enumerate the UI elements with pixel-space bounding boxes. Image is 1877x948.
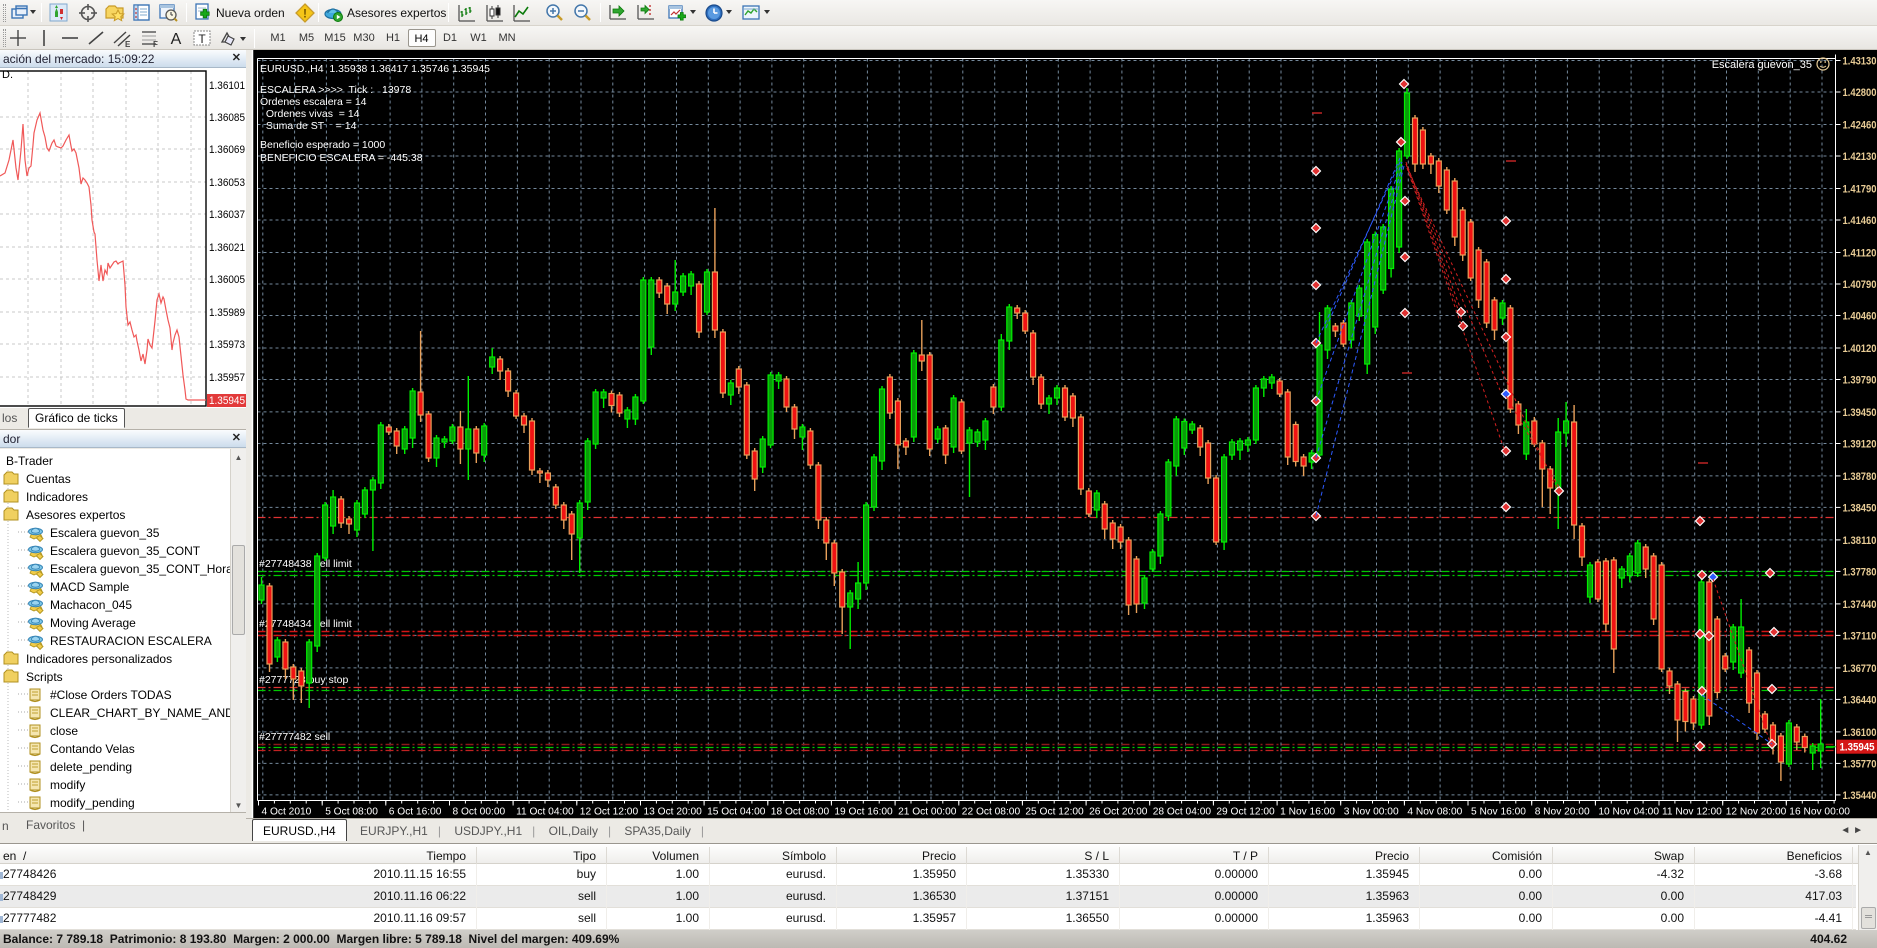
- svg-text:#27777482 sell: #27777482 sell: [259, 731, 330, 743]
- svg-text:modify: modify: [50, 778, 85, 792]
- svg-text:1.38780: 1.38780: [1843, 471, 1877, 483]
- svg-text:25 Oct 12:00: 25 Oct 12:00: [1025, 807, 1084, 818]
- svg-text:1.36085: 1.36085: [209, 112, 245, 124]
- svg-text:T: T: [198, 32, 206, 46]
- svg-text:Moving Average: Moving Average: [50, 616, 136, 630]
- svg-text:1.36021: 1.36021: [209, 242, 245, 254]
- svg-text:1.42460: 1.42460: [1843, 120, 1877, 132]
- svg-text:8 Nov 20:00: 8 Nov 20:00: [1535, 807, 1590, 818]
- svg-text:4 Nov 08:00: 4 Nov 08:00: [1407, 807, 1462, 818]
- svg-text:Escalera guevon_35: Escalera guevon_35: [50, 526, 160, 540]
- svg-text:1.35945: 1.35945: [1840, 742, 1875, 754]
- svg-text:Indicadores: Indicadores: [26, 490, 88, 504]
- svg-text:#Close Orders TODAS: #Close Orders TODAS: [50, 688, 172, 702]
- svg-text:11 Nov 12:00: 11 Nov 12:00: [1662, 807, 1722, 818]
- svg-text:F: F: [153, 40, 158, 48]
- svg-text:Beneficio esperado = 1000: Beneficio esperado = 1000: [260, 139, 385, 151]
- svg-text:10 Nov 04:00: 10 Nov 04:00: [1598, 807, 1659, 818]
- svg-text:delete_pending: delete_pending: [50, 760, 132, 774]
- svg-text:21 Oct 00:00: 21 Oct 00:00: [898, 807, 957, 818]
- svg-text:12 Nov 20:00: 12 Nov 20:00: [1726, 807, 1787, 818]
- svg-text:18 Oct 08:00: 18 Oct 08:00: [771, 807, 830, 818]
- svg-text:1.41120: 1.41120: [1843, 248, 1877, 260]
- svg-text:1.35973: 1.35973: [209, 339, 245, 351]
- svg-text:Escalera guevon_35_CONT_Hora: Escalera guevon_35_CONT_Hora: [50, 562, 230, 576]
- svg-text:1.43130: 1.43130: [1843, 56, 1877, 68]
- svg-text:1.42800: 1.42800: [1843, 87, 1877, 99]
- svg-text:CLEAR_CHART_BY_NAME_AND_TYPE: CLEAR_CHART_BY_NAME_AND_TYPE: [50, 706, 230, 720]
- svg-text:11 Oct 04:00: 11 Oct 04:00: [516, 807, 574, 818]
- svg-text:6 Oct 16:00: 6 Oct 16:00: [389, 807, 442, 818]
- svg-text:RESTAURACION ESCALERA: RESTAURACION ESCALERA: [50, 634, 212, 648]
- svg-text:1.41460: 1.41460: [1843, 215, 1877, 227]
- svg-text:1.40790: 1.40790: [1843, 279, 1877, 291]
- svg-text:1.40460: 1.40460: [1843, 311, 1877, 323]
- svg-text:MACD Sample: MACD Sample: [50, 580, 130, 594]
- svg-text:1.39790: 1.39790: [1843, 375, 1877, 387]
- svg-text:1.37440: 1.37440: [1843, 599, 1877, 611]
- svg-text:EURUSD.,H4 1.35938 1.36417 1.: EURUSD.,H4 1.35938 1.36417 1.35746 1.359…: [260, 63, 490, 75]
- svg-text:ESCALERA >>>> Tick : 13978: ESCALERA >>>> Tick : 13978: [260, 84, 411, 96]
- svg-text:Asesores expertos: Asesores expertos: [26, 508, 125, 522]
- svg-text:Contando Velas: Contando Velas: [50, 742, 135, 756]
- svg-text:Escalera guevon_35: Escalera guevon_35: [1712, 59, 1812, 71]
- svg-text:#27748438 sell limit: #27748438 sell limit: [259, 558, 352, 570]
- svg-text:1.38110: 1.38110: [1843, 535, 1877, 547]
- svg-text:5 Oct 08:00: 5 Oct 08:00: [325, 807, 378, 818]
- svg-text:modify_pending: modify_pending: [50, 796, 135, 810]
- svg-text:1.35989: 1.35989: [209, 307, 245, 319]
- svg-text:A: A: [171, 31, 182, 48]
- svg-text:1.35770: 1.35770: [1843, 758, 1877, 770]
- svg-text:1.42130: 1.42130: [1843, 151, 1877, 163]
- svg-text:Escalera guevon_35_CONT: Escalera guevon_35_CONT: [50, 544, 201, 558]
- svg-text:28 Oct 04:00: 28 Oct 04:00: [1153, 807, 1212, 818]
- svg-text:1.38450: 1.38450: [1843, 502, 1877, 514]
- svg-text:29 Oct 12:00: 29 Oct 12:00: [1216, 807, 1275, 818]
- svg-text:#27748434 sell limit: #27748434 sell limit: [259, 618, 352, 630]
- svg-text:16 Nov 00:00: 16 Nov 00:00: [1789, 807, 1850, 818]
- svg-text:1.41790: 1.41790: [1843, 184, 1877, 196]
- svg-text:1.36069: 1.36069: [209, 144, 245, 156]
- svg-text:1.35945: 1.35945: [209, 395, 245, 407]
- svg-text:1.39450: 1.39450: [1843, 407, 1877, 419]
- svg-text:1.36100: 1.36100: [1843, 727, 1877, 739]
- svg-text:Machacon_045: Machacon_045: [50, 598, 132, 612]
- svg-text:D.: D.: [2, 69, 13, 81]
- svg-text:E: E: [125, 40, 131, 48]
- svg-text:Indicadores personalizados: Indicadores personalizados: [26, 652, 172, 666]
- svg-text:1 Nov 16:00: 1 Nov 16:00: [1280, 807, 1335, 818]
- svg-text:1.36005: 1.36005: [209, 274, 245, 286]
- svg-text:!: !: [303, 7, 307, 21]
- svg-text:19 Oct 16:00: 19 Oct 16:00: [834, 807, 893, 818]
- svg-text:13 Oct 20:00: 13 Oct 20:00: [644, 807, 703, 818]
- svg-text:1.37780: 1.37780: [1843, 566, 1877, 578]
- svg-text:26 Oct 20:00: 26 Oct 20:00: [1089, 807, 1148, 818]
- svg-text:12 Oct 12:00: 12 Oct 12:00: [580, 807, 639, 818]
- svg-text:1.40120: 1.40120: [1843, 343, 1877, 355]
- svg-text:15 Oct 04:00: 15 Oct 04:00: [707, 807, 766, 818]
- svg-text:1.36037: 1.36037: [209, 209, 245, 221]
- svg-text:1.36440: 1.36440: [1843, 694, 1877, 706]
- svg-text:Scripts: Scripts: [26, 670, 63, 684]
- svg-text:5 Nov 16:00: 5 Nov 16:00: [1471, 807, 1526, 818]
- svg-text:22 Oct 08:00: 22 Oct 08:00: [962, 807, 1021, 818]
- svg-text:3 Nov 00:00: 3 Nov 00:00: [1344, 807, 1399, 818]
- svg-text:Suma de ST = 14: Suma de ST = 14: [260, 120, 357, 132]
- svg-text:1.35957: 1.35957: [209, 372, 245, 384]
- svg-text:1.36770: 1.36770: [1843, 663, 1877, 675]
- svg-text:Ordenes vivas = 14: Ordenes vivas = 14: [260, 108, 360, 120]
- svg-text:1.37110: 1.37110: [1843, 630, 1877, 642]
- svg-text:1.36053: 1.36053: [209, 177, 245, 189]
- svg-text:1.36101: 1.36101: [209, 80, 245, 92]
- svg-text:BENEFICIO ESCALERA = -445.38: BENEFICIO ESCALERA = -445.38: [260, 152, 423, 164]
- svg-text:4 Oct 2010: 4 Oct 2010: [262, 807, 312, 818]
- svg-text:8 Oct 00:00: 8 Oct 00:00: [453, 807, 506, 818]
- svg-text:1.35440: 1.35440: [1843, 790, 1877, 802]
- svg-text:Cuentas: Cuentas: [26, 472, 71, 486]
- svg-text:1.39120: 1.39120: [1843, 439, 1877, 451]
- svg-text:Ordenes escalera = 14: Ordenes escalera = 14: [260, 96, 367, 108]
- svg-text:B-Trader: B-Trader: [6, 454, 53, 468]
- svg-text:close: close: [50, 724, 78, 738]
